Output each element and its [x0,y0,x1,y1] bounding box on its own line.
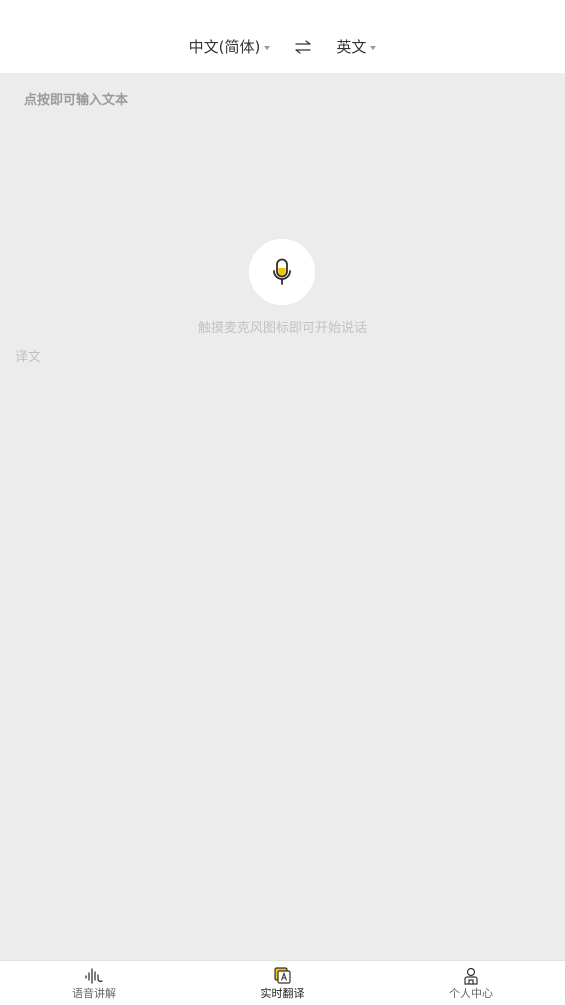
source-language-selector[interactable]: 中文(简体) [189,36,271,57]
source-language-label: 中文(简体) [188,38,261,56]
bottom-navigation: 语音讲解 实时翻译 个人中心 [0,960,565,1005]
target-language-label: 英文 [336,38,367,56]
microphone-hint: 触摸麦克风图标即可开始说话 [197,321,367,336]
app-root: 中文(简体) 英文 点按即可输入文本 触摸麦克风图标即可开始说话 译文 语音讲解… [0,0,565,1005]
nav-label-profile: 个人中心 [449,987,493,1000]
source-caret-icon [264,45,271,50]
nav-item-profile[interactable]: 个人中心 [377,961,565,1005]
person-icon [464,967,478,985]
text-input-placeholder[interactable]: 点按即可输入文本 [24,89,128,108]
translate-icon [273,967,291,984]
target-caret-icon [370,45,377,50]
sound-wave-icon [85,968,103,984]
nav-item-live-translate[interactable]: 实时翻译 [189,961,377,1005]
microphone-button[interactable] [249,239,315,305]
nav-item-voice-guide[interactable]: 语音讲解 [0,961,188,1005]
header: 中文(简体) 英文 [0,0,565,73]
translation-output-label: 译文 [15,350,42,365]
language-bar: 中文(简体) 英文 [0,36,565,57]
swap-languages-icon[interactable] [292,39,314,55]
nav-label-live-translate: 实时翻译 [260,987,305,1000]
target-language-selector[interactable]: 英文 [336,36,377,57]
nav-label-voice-guide: 语音讲解 [72,987,116,1000]
microphone-icon [273,258,291,285]
